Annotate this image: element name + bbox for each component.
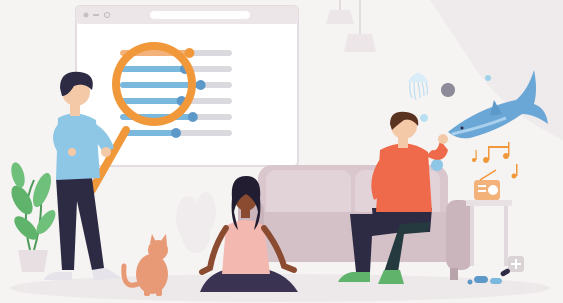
illustration-scene <box>0 0 563 303</box>
bar-knob <box>187 112 198 122</box>
bar-fill <box>120 98 182 104</box>
minimize-icon <box>93 14 99 16</box>
close-icon <box>83 12 89 18</box>
address-bar <box>150 11 250 19</box>
bar-fill <box>120 66 185 72</box>
bar-knob <box>171 128 181 138</box>
bar-knob <box>195 80 206 90</box>
bar-knob <box>184 48 195 58</box>
